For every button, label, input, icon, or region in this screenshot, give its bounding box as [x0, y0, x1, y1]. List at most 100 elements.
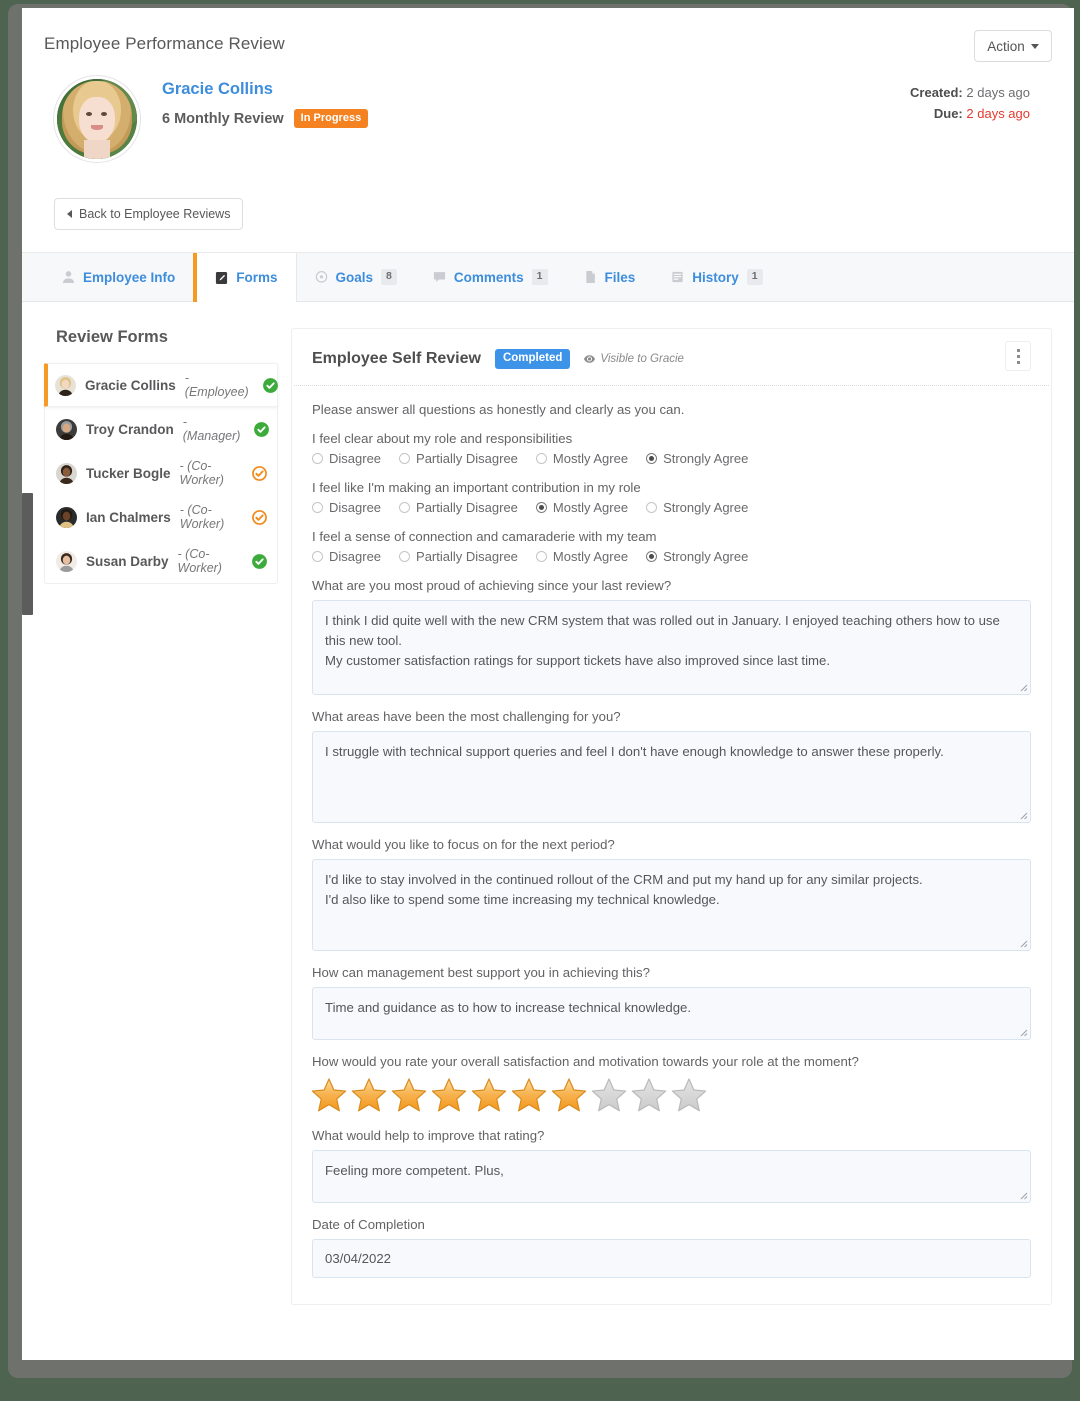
radio-button[interactable]: [399, 551, 410, 562]
radio-button[interactable]: [312, 551, 323, 562]
tab-label: Files: [605, 270, 636, 285]
radio-question-label: I feel clear about my role and responsib…: [312, 431, 1031, 446]
text-answer-wrap: I think I did quite well with the new CR…: [312, 600, 1031, 695]
avatar-image: [56, 507, 77, 528]
radio-button[interactable]: [536, 502, 547, 513]
window-frame: Employee Performance Review Action Graci…: [8, 4, 1072, 1378]
employee-name-link[interactable]: Gracie Collins: [162, 80, 368, 99]
reviewer-list-item[interactable]: Troy Crandon- (Manager): [45, 407, 277, 451]
star-empty-icon[interactable]: [630, 1076, 668, 1114]
action-button-label: Action: [987, 39, 1025, 54]
reviewer-list-item[interactable]: Ian Chalmers- (Co-Worker): [45, 495, 277, 539]
chevron-down-icon: [1031, 44, 1039, 49]
due-value: 2 days ago: [966, 106, 1030, 121]
text-question-label: How can management best support you in a…: [312, 965, 1031, 980]
improve-question-label: What would help to improve that rating?: [312, 1128, 1031, 1143]
radio-button[interactable]: [399, 502, 410, 513]
star-filled-icon[interactable]: [430, 1076, 468, 1114]
comment-icon: [433, 270, 446, 284]
status-complete-icon: [263, 378, 278, 393]
reviewer-role: - (Co-Worker): [180, 503, 238, 531]
text-answer-textarea[interactable]: I think I did quite well with the new CR…: [312, 600, 1031, 695]
tab-badge-count: 1: [747, 269, 763, 285]
star-filled-icon[interactable]: [350, 1076, 388, 1114]
radio-option-row: Disagree Partially Disagree Mostly Agree St…: [312, 451, 1031, 466]
star-empty-icon[interactable]: [590, 1076, 628, 1114]
radio-option-label: Disagree: [329, 549, 381, 564]
satisfaction-star-rating[interactable]: [310, 1076, 1031, 1114]
reviewer-list-item[interactable]: Gracie Collins- (Employee): [44, 363, 278, 407]
radio-option[interactable]: Strongly Agree: [646, 451, 748, 466]
radio-button[interactable]: [399, 453, 410, 464]
radio-option[interactable]: Disagree: [312, 500, 381, 515]
avatar-image: [56, 419, 77, 440]
reviewer-list-item[interactable]: Susan Darby- (Co-Worker): [45, 539, 277, 583]
tab-employee-info[interactable]: Employee Info: [44, 253, 193, 301]
radio-option[interactable]: Disagree: [312, 549, 381, 564]
radio-option-label: Partially Disagree: [416, 451, 518, 466]
avatar-image: [55, 375, 76, 396]
radio-button[interactable]: [312, 453, 323, 464]
back-button-label: Back to Employee Reviews: [79, 207, 230, 221]
tab-files[interactable]: Files: [566, 253, 654, 301]
tab-history[interactable]: History1: [653, 253, 780, 301]
radio-button[interactable]: [536, 453, 547, 464]
status-pending-icon: [252, 510, 267, 525]
radio-option[interactable]: Partially Disagree: [399, 500, 518, 515]
star-filled-icon[interactable]: [310, 1076, 348, 1114]
radio-button[interactable]: [536, 551, 547, 562]
text-answer-wrap: Time and guidance as to how to increase …: [312, 987, 1031, 1040]
text-answer-textarea[interactable]: I struggle with technical support querie…: [312, 731, 1031, 823]
tab-comments[interactable]: Comments1: [415, 253, 566, 301]
radio-button[interactable]: [312, 502, 323, 513]
radio-button[interactable]: [646, 551, 657, 562]
tab-forms[interactable]: Forms: [193, 253, 296, 302]
radio-option[interactable]: Partially Disagree: [399, 549, 518, 564]
status-complete-icon: [252, 554, 267, 569]
radio-option[interactable]: Strongly Agree: [646, 549, 748, 564]
star-empty-icon[interactable]: [670, 1076, 708, 1114]
text-question: What areas have been the most challengin…: [312, 709, 1031, 823]
action-button[interactable]: Action: [974, 30, 1052, 62]
back-to-employee-reviews-button[interactable]: Back to Employee Reviews: [54, 198, 243, 230]
text-answer-textarea[interactable]: Time and guidance as to how to increase …: [312, 987, 1031, 1040]
radio-option-label: Mostly Agree: [553, 451, 628, 466]
radio-button[interactable]: [646, 502, 657, 513]
created-label: Created:: [910, 85, 963, 100]
form-title: Employee Self Review: [312, 350, 481, 368]
star-filled-icon[interactable]: [550, 1076, 588, 1114]
form-options-menu-button[interactable]: [1005, 341, 1031, 371]
radio-option[interactable]: Mostly Agree: [536, 500, 628, 515]
avatar-image: [56, 463, 77, 484]
completion-date-input[interactable]: 03/04/2022: [312, 1239, 1031, 1278]
avatar-image: [56, 551, 77, 572]
status-pending-icon: [252, 466, 267, 481]
sidebar-title: Review Forms: [56, 328, 278, 347]
tab-badge-count: 8: [381, 269, 397, 285]
radio-question-label: I feel like I'm making an important cont…: [312, 480, 1031, 495]
improve-answer-textarea[interactable]: Feeling more competent. Plus,: [312, 1150, 1031, 1203]
star-filled-icon[interactable]: [470, 1076, 508, 1114]
radio-option[interactable]: Mostly Agree: [536, 549, 628, 564]
radio-option[interactable]: Partially Disagree: [399, 451, 518, 466]
eye-icon: [584, 355, 595, 363]
star-filled-icon[interactable]: [390, 1076, 428, 1114]
radio-option[interactable]: Mostly Agree: [536, 451, 628, 466]
completion-date-label: Date of Completion: [312, 1217, 1031, 1232]
created-value: 2 days ago: [966, 85, 1030, 100]
radio-option[interactable]: Strongly Agree: [646, 500, 748, 515]
radio-option[interactable]: Disagree: [312, 451, 381, 466]
target-icon: [315, 270, 328, 284]
text-answer-textarea[interactable]: I'd like to stay involved in the continu…: [312, 859, 1031, 951]
form-status-badge: Completed: [495, 349, 570, 369]
radio-button[interactable]: [646, 453, 657, 464]
tab-goals[interactable]: Goals8: [297, 253, 415, 301]
tab-bar: Employee Info FormsGoals8Comments1 Files Hi…: [22, 252, 1074, 302]
reviewer-name: Gracie Collins: [85, 378, 176, 393]
review-dates: Created: 2 days ago Due: 2 days ago: [910, 82, 1030, 125]
page-scrollbar-thumb[interactable]: [22, 493, 33, 615]
star-filled-icon[interactable]: [510, 1076, 548, 1114]
tab-label: Employee Info: [83, 270, 175, 285]
reviewer-list-item[interactable]: Tucker Bogle- (Co-Worker): [45, 451, 277, 495]
content-area: Review Forms Gracie Collins- (Employee)T…: [22, 302, 1074, 1345]
